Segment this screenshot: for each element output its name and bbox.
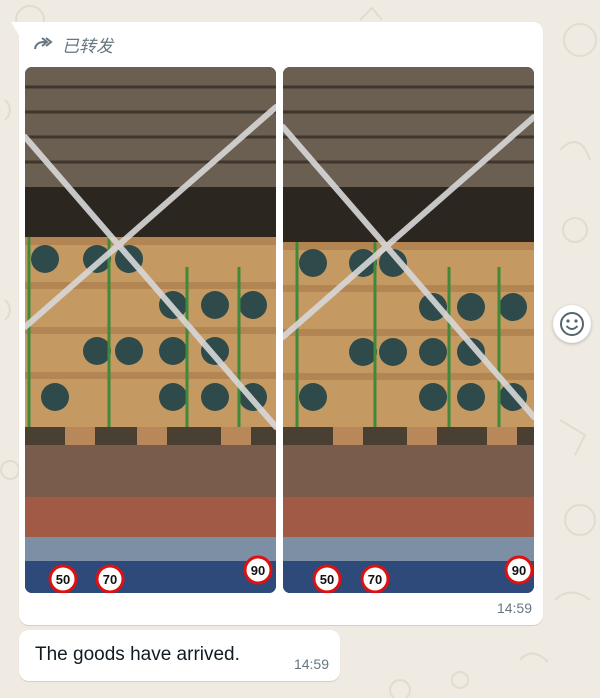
speed-sign-90: 90 xyxy=(251,563,265,578)
shared-photo-2[interactable]: 50 70 90 xyxy=(283,67,534,593)
speed-sign-50: 50 xyxy=(56,572,70,587)
text-message-bubble[interactable]: The goods have arrived. 14:59 xyxy=(19,630,340,681)
message-text: The goods have arrived. xyxy=(35,644,240,665)
speed-sign-70: 70 xyxy=(103,572,117,587)
forward-arrow-icon xyxy=(34,37,53,50)
react-button[interactable] xyxy=(553,305,591,343)
speed-sign-70: 70 xyxy=(368,572,382,587)
speed-sign-50: 50 xyxy=(320,572,334,587)
text-message-time: 14:59 xyxy=(293,656,329,672)
forwarded-indicator: 已转发 xyxy=(33,31,113,57)
emoji-smiley-icon xyxy=(560,312,584,336)
media-message-bubble[interactable]: 已转发 50 70 90 50 70 90 14:59 xyxy=(11,22,543,625)
media-message-time: 14:59 xyxy=(496,600,532,616)
shared-photo-1[interactable]: 50 70 90 xyxy=(25,67,276,593)
speed-sign-90: 90 xyxy=(512,563,526,578)
bubble-tail xyxy=(11,22,19,35)
forwarded-label: 已转发 xyxy=(62,36,113,56)
